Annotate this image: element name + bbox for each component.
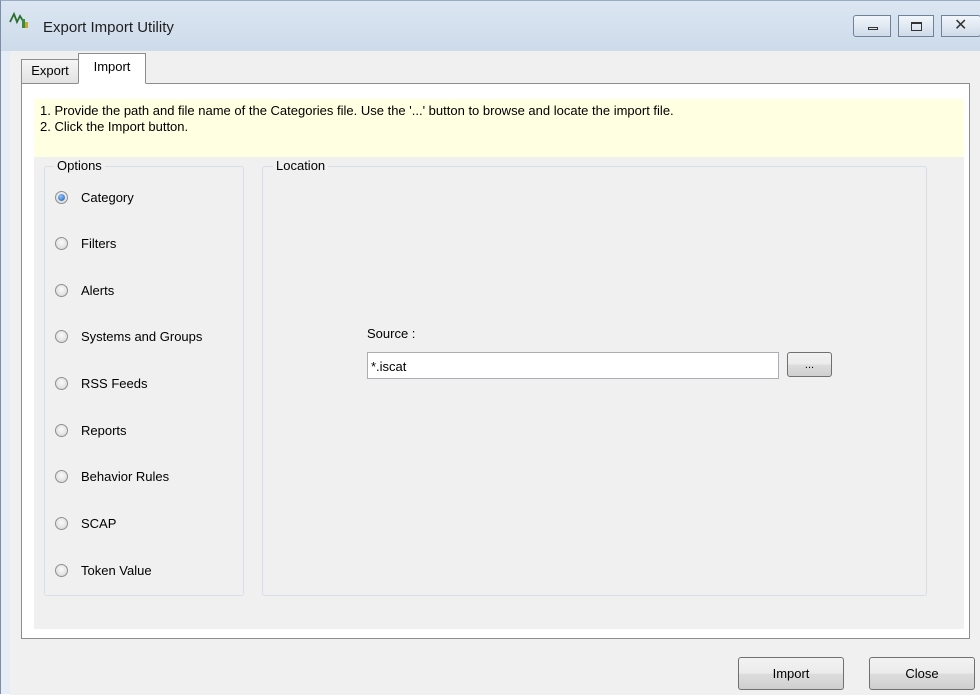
option-label: Token Value [81,562,152,578]
import-tab-page: 1. Provide the path and file name of the… [21,83,970,639]
import-button[interactable]: Import [738,657,844,690]
title-bar[interactable]: Export Import Utility ✕ [1,1,980,51]
location-group: Location Source : ... [262,158,927,596]
import-panel: 1. Provide the path and file name of the… [34,99,964,629]
option-label: Category [81,189,134,205]
close-button[interactable]: Close [869,657,975,690]
radio-filters[interactable] [55,236,68,250]
option-token-value[interactable]: Token Value [55,560,152,580]
radio-token-value[interactable] [55,563,68,577]
close-icon: ✕ [954,17,968,34]
option-label: Reports [81,422,127,438]
export-import-window: Export Import Utility ✕ Export Import 1.… [0,0,980,695]
option-label: RSS Feeds [81,375,148,391]
radio-scap[interactable] [55,516,68,530]
option-reports[interactable]: Reports [55,420,127,440]
close-window-button[interactable]: ✕ [941,15,980,37]
window-title: Export Import Utility [43,19,174,36]
radio-alerts[interactable] [55,283,68,297]
option-category[interactable]: Category [55,187,134,207]
option-alerts[interactable]: Alerts [55,280,114,300]
minimize-icon [868,27,878,30]
app-icon [9,11,28,28]
radio-reports[interactable] [55,423,68,437]
client-area: Export Import 1. Provide the path and fi… [10,51,980,695]
browse-button[interactable]: ... [787,352,832,377]
option-systems-and-groups[interactable]: Systems and Groups [55,326,202,346]
option-behavior-rules[interactable]: Behavior Rules [55,466,169,486]
maximize-button[interactable] [898,15,934,37]
options-group: Options Category Filters Alerts Systems … [44,158,244,596]
option-label: Filters [81,235,117,251]
source-label: Source : [367,326,416,341]
option-label: SCAP [81,515,117,531]
option-label: Systems and Groups [81,328,203,344]
option-rss-feeds[interactable]: RSS Feeds [55,373,147,393]
instructions-banner: 1. Provide the path and file name of the… [34,99,964,157]
radio-category[interactable] [55,190,68,204]
location-legend: Location [273,158,329,174]
option-scap[interactable]: SCAP [55,513,116,533]
instruction-line-1: 1. Provide the path and file name of the… [40,103,674,118]
options-legend: Options [54,158,105,174]
source-input[interactable] [367,352,779,379]
radio-rss-feeds[interactable] [55,376,68,390]
option-filters[interactable]: Filters [55,233,116,253]
instruction-line-2: 2. Click the Import button. [40,119,189,134]
tab-strip: Export Import [10,51,980,84]
radio-systems-and-groups[interactable] [55,329,68,343]
option-label: Behavior Rules [81,468,170,484]
minimize-button[interactable] [853,15,891,37]
tab-import[interactable]: Import [78,53,146,84]
maximize-icon [911,22,922,31]
option-label: Alerts [81,282,115,298]
radio-behavior-rules[interactable] [55,469,68,483]
tab-export[interactable]: Export [21,59,79,83]
